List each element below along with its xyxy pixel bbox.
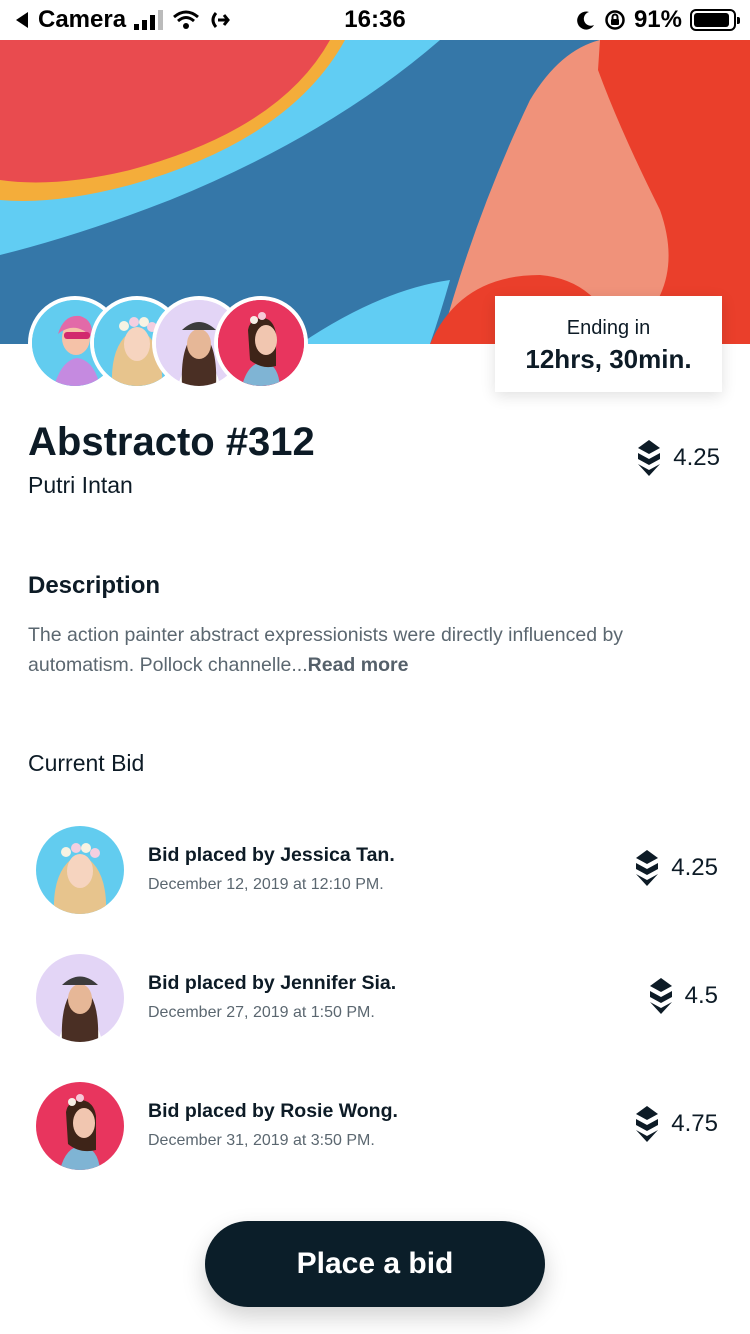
place-bid-button[interactable]: Place a bid — [205, 1221, 545, 1307]
battery-fill — [694, 13, 729, 27]
bid-amount: 4.25 — [635, 850, 718, 886]
signal-icon — [134, 10, 164, 30]
bid-amount-value: 4.25 — [671, 854, 718, 881]
crypto-coin-icon — [638, 440, 661, 476]
person-icon — [36, 1082, 124, 1170]
battery-icon — [690, 9, 740, 31]
battery-percent: 91% — [633, 6, 682, 33]
person-icon — [218, 300, 304, 386]
status-right: 91% — [576, 6, 740, 34]
description-text: The action painter abstract expressionis… — [28, 620, 718, 680]
read-more-link[interactable]: Read more — [308, 654, 409, 676]
artwork-title: Abstracto #312 — [28, 420, 315, 464]
current-bid-heading: Current Bid — [28, 750, 145, 776]
crypto-coin-icon — [636, 850, 659, 886]
status-left[interactable]: Camera — [14, 6, 230, 34]
ending-countdown: 12hrs, 30min. — [525, 344, 692, 374]
bid-date: December 27, 2019 at 1:50 PM. — [148, 1004, 375, 1021]
bidder-name: Bid placed by Jennifer Sia. — [148, 972, 397, 994]
auction-ending-card: Ending in 12hrs, 30min. — [495, 296, 722, 392]
wifi-icon — [173, 10, 200, 29]
moon-icon — [577, 11, 594, 30]
bid-date: December 12, 2019 at 12:10 PM. — [148, 876, 384, 893]
back-arrow-icon — [16, 12, 28, 28]
call-forward-icon — [211, 12, 230, 28]
bid-date: December 31, 2019 at 3:50 PM. — [148, 1132, 375, 1149]
bid-amount-value: 4.75 — [671, 1110, 718, 1137]
bid-list-item[interactable]: Bid placed by Jennifer Sia. December 27,… — [0, 954, 750, 1054]
bid-amount: 4.5 — [649, 978, 718, 1014]
description-heading: Description — [28, 572, 161, 599]
crypto-coin-icon — [636, 1106, 659, 1142]
avatar — [36, 1082, 124, 1170]
bidder-name: Bid placed by Rosie Wong. — [148, 1100, 398, 1122]
artwork-price: 4.25 — [637, 440, 720, 476]
artist-name[interactable]: Putri Intan — [28, 472, 133, 499]
avatar — [36, 826, 124, 914]
person-icon — [36, 954, 124, 1042]
crypto-coin-icon — [649, 978, 672, 1014]
avatar — [36, 954, 124, 1042]
artwork-price-value: 4.25 — [673, 444, 720, 471]
avatar[interactable] — [214, 296, 308, 390]
bidder-name: Bid placed by Jessica Tan. — [148, 844, 395, 866]
bid-amount-value: 4.5 — [684, 982, 718, 1009]
bid-list-item[interactable]: Bid placed by Rosie Wong. December 31, 2… — [0, 1082, 750, 1182]
person-icon — [36, 826, 124, 914]
back-app-label: Camera — [38, 6, 127, 33]
bid-list-item[interactable]: Bid placed by Jessica Tan. December 12, … — [0, 826, 750, 926]
rotation-lock-icon — [605, 10, 625, 30]
bid-amount: 4.75 — [635, 1106, 718, 1142]
status-bar: Camera 16:36 91% — [0, 0, 750, 40]
ending-label: Ending in — [566, 317, 651, 339]
collector-avatar-stack — [28, 296, 328, 392]
